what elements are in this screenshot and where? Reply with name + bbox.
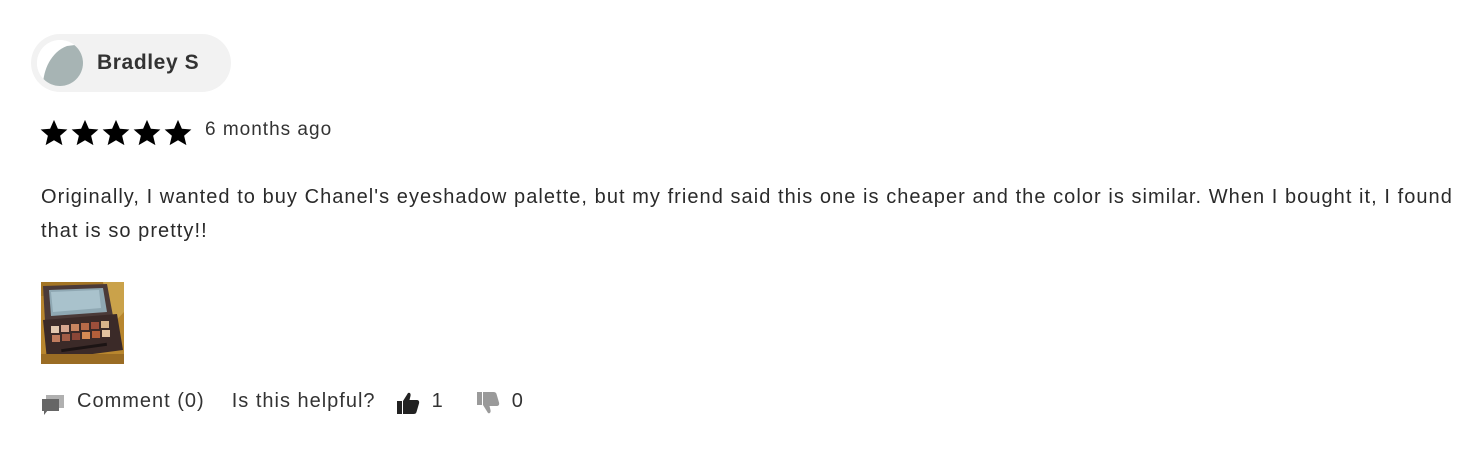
review-timestamp: 6 months ago [205, 119, 333, 140]
thumbs-down-button[interactable]: 0 [476, 387, 524, 415]
comment-icon [42, 395, 64, 415]
downvote-count: 0 [511, 389, 524, 412]
star-icon [133, 119, 161, 146]
review-photo-thumbnail[interactable] [41, 282, 124, 364]
thumbs-up-icon [396, 392, 419, 414]
upvote-count: 1 [431, 389, 444, 412]
review-body: Originally, I wanted to buy Chanel's eye… [41, 186, 1453, 242]
review-card: Bradley S 6 months ago Originally, I wan… [0, 0, 1482, 459]
star-icon [164, 119, 192, 146]
helpful-prompt: Is this helpful? [231, 389, 376, 412]
comment-label: Comment (0) [77, 389, 205, 412]
avatar [37, 40, 83, 86]
author-chip[interactable]: Bradley S [31, 34, 231, 92]
star-icon [71, 119, 99, 146]
review-actions: Comment (0) Is this helpful? 1 0 [41, 385, 524, 417]
thumbs-up-button[interactable]: 1 [396, 387, 444, 415]
rating-row: 6 months ago [39, 116, 332, 150]
star-rating [39, 118, 193, 148]
eyeshadow-palette-photo [41, 282, 124, 364]
comment-button[interactable]: Comment (0) [41, 386, 205, 416]
avatar-placeholder-icon [37, 40, 83, 86]
star-icon [102, 119, 130, 146]
star-icon [40, 119, 68, 146]
thumbs-down-icon [476, 392, 499, 414]
author-name: Bradley S [97, 51, 200, 74]
